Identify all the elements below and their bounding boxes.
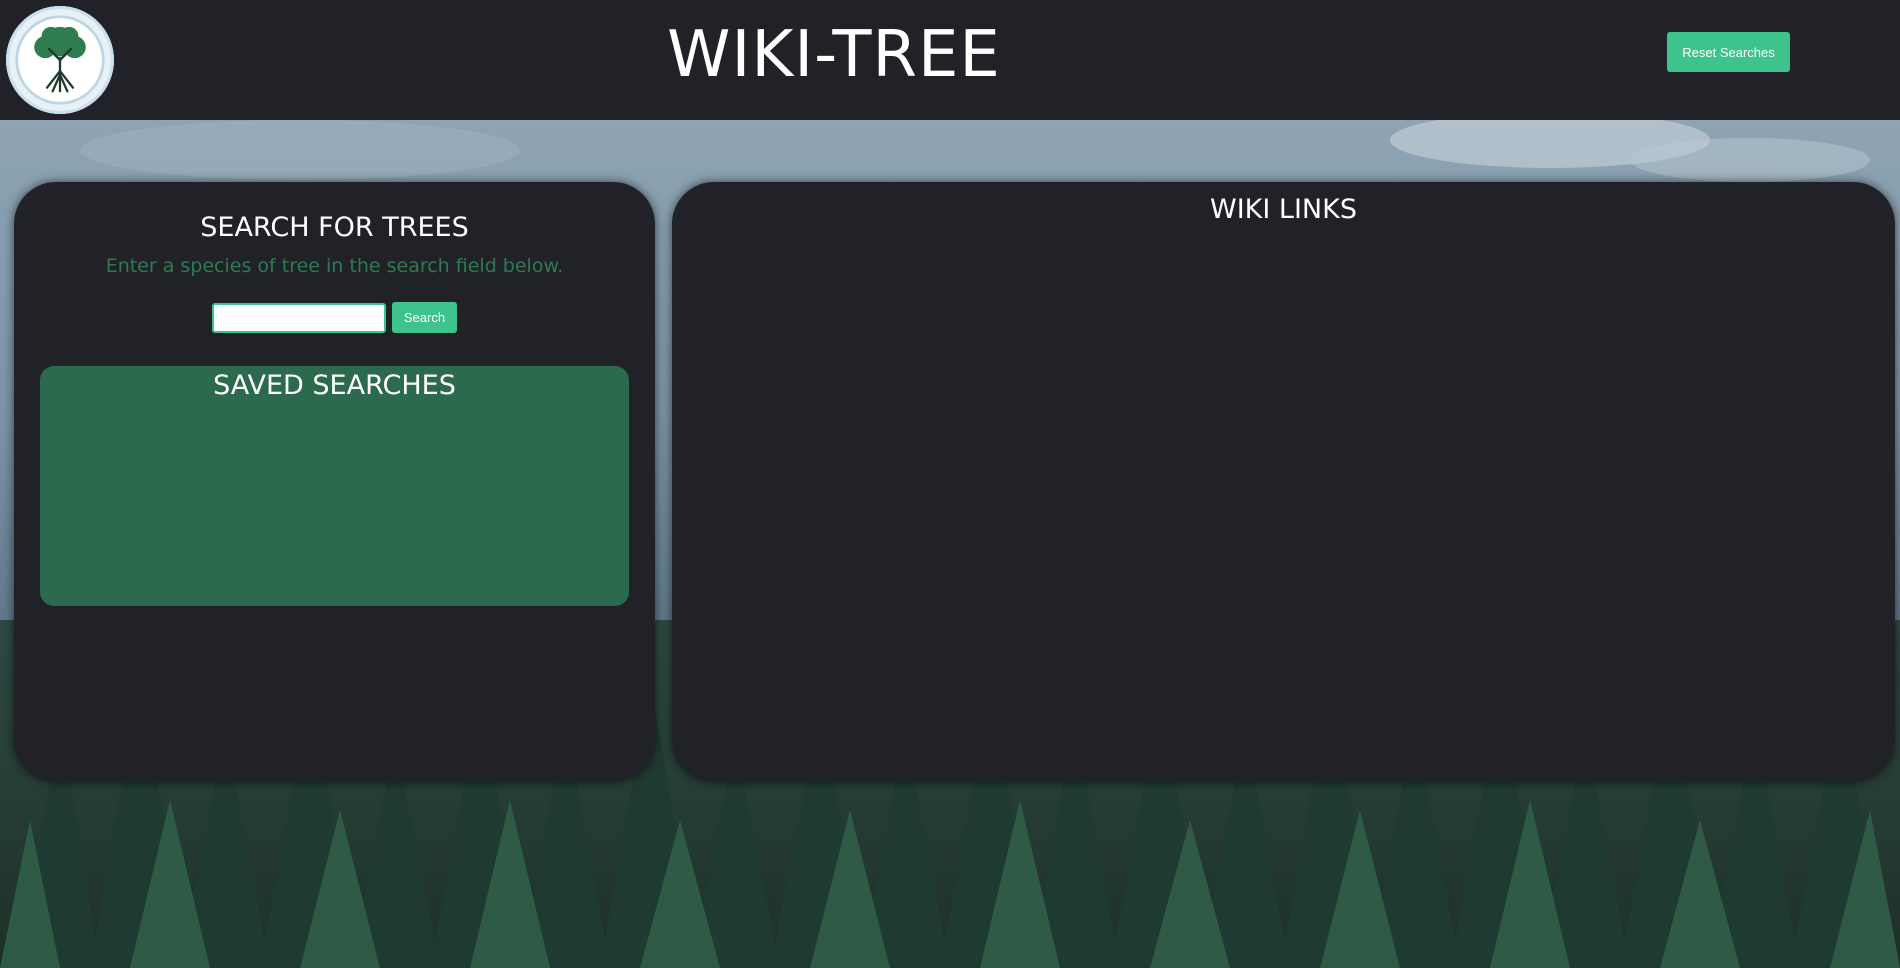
search-heading: SEARCH FOR TREES [200,212,469,243]
search-instructions: Enter a species of tree in the search fi… [105,255,564,277]
site-title: WIKI-TREE [667,18,1001,92]
wiki-links-panel: WIKI LINKS [672,182,1895,782]
site-header: WIKI-TREE Reset Searches [0,0,1900,120]
saved-searches-heading: SAVED SEARCHES [213,370,456,401]
search-input[interactable] [212,302,386,333]
wiki-links-heading: WIKI LINKS [1210,194,1357,225]
reset-searches-button[interactable]: Reset Searches [1667,32,1790,72]
saved-searches-box: SAVED SEARCHES [40,366,629,606]
search-panel: SEARCH FOR TREES Enter a species of tree… [14,182,655,782]
search-button[interactable]: Search [392,302,457,333]
search-form: Search [212,302,457,333]
